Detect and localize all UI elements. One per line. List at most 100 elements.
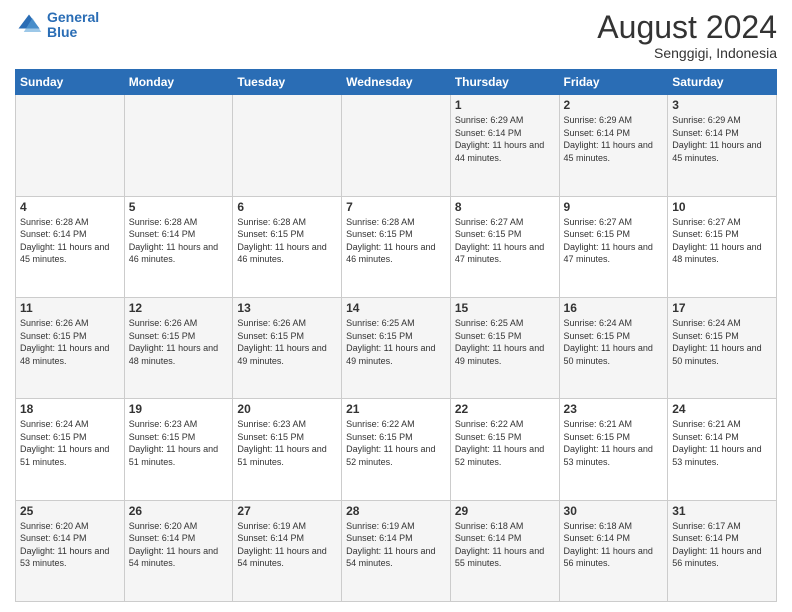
day-info: Sunrise: 6:20 AM Sunset: 6:14 PM Dayligh… [20, 520, 120, 570]
day-info: Sunrise: 6:28 AM Sunset: 6:15 PM Dayligh… [237, 216, 337, 266]
day-info: Sunrise: 6:25 AM Sunset: 6:15 PM Dayligh… [455, 317, 555, 367]
day-info: Sunrise: 6:24 AM Sunset: 6:15 PM Dayligh… [564, 317, 664, 367]
col-saturday: Saturday [668, 70, 777, 95]
day-cell-2-5: 16 Sunrise: 6:24 AM Sunset: 6:15 PM Dayli… [559, 297, 668, 398]
day-cell-1-6: 10 Sunrise: 6:27 AM Sunset: 6:15 PM Dayli… [668, 196, 777, 297]
day-info: Sunrise: 6:17 AM Sunset: 6:14 PM Dayligh… [672, 520, 772, 570]
day-number: 8 [455, 200, 555, 214]
day-number: 18 [20, 402, 120, 416]
day-number: 19 [129, 402, 229, 416]
location: Senggigi, Indonesia [597, 45, 777, 61]
day-cell-2-1: 12Sunrise: 6:26 AM Sunset: 6:15 PM Dayli… [124, 297, 233, 398]
calendar-header: Sunday Monday Tuesday Wednesday Thursday… [16, 70, 777, 95]
day-cell-2-0: 11Sunrise: 6:26 AM Sunset: 6:15 PM Dayli… [16, 297, 125, 398]
day-number: 31 [672, 504, 772, 518]
day-info: Sunrise: 6:20 AM Sunset: 6:14 PM Dayligh… [129, 520, 229, 570]
col-monday: Monday [124, 70, 233, 95]
day-cell-1-1: 5 Sunrise: 6:28 AM Sunset: 6:14 PM Daylig… [124, 196, 233, 297]
day-cell-1-0: 4Sunrise: 6:28 AM Sunset: 6:14 PM Daylig… [16, 196, 125, 297]
day-number: 25 [20, 504, 120, 518]
logo-blue: Blue [47, 24, 77, 40]
day-cell-0-5: 2 Sunrise: 6:29 AM Sunset: 6:14 PM Daylig… [559, 95, 668, 196]
col-tuesday: Tuesday [233, 70, 342, 95]
day-info: Sunrise: 6:22 AM Sunset: 6:15 PM Dayligh… [346, 418, 446, 468]
week-row-2: 4Sunrise: 6:28 AM Sunset: 6:14 PM Daylig… [16, 196, 777, 297]
day-number: 10 [672, 200, 772, 214]
day-cell-3-0: 18 Sunrise: 6:24 AM Sunset: 6:15 PM Dayli… [16, 399, 125, 500]
day-cell-3-1: 19 Sunrise: 6:23 AM Sunset: 6:15 PM Dayli… [124, 399, 233, 500]
day-cell-1-4: 8 Sunrise: 6:27 AM Sunset: 6:15 PM Daylig… [450, 196, 559, 297]
day-cell-3-6: 24 Sunrise: 6:21 AM Sunset: 6:14 PM Dayli… [668, 399, 777, 500]
logo-text: General Blue [47, 10, 99, 41]
day-cell-1-5: 9Sunrise: 6:27 AM Sunset: 6:15 PM Daylig… [559, 196, 668, 297]
week-row-1: 1Sunrise: 6:29 AM Sunset: 6:14 PM Daylig… [16, 95, 777, 196]
day-cell-4-3: 28Sunrise: 6:19 AM Sunset: 6:14 PM Dayli… [342, 500, 451, 601]
day-number: 17 [672, 301, 772, 315]
day-cell-4-5: 30 Sunrise: 6:18 AM Sunset: 6:14 PM Dayli… [559, 500, 668, 601]
day-cell-2-2: 13 Sunrise: 6:26 AM Sunset: 6:15 PM Dayli… [233, 297, 342, 398]
day-info: Sunrise: 6:23 AM Sunset: 6:15 PM Dayligh… [129, 418, 229, 468]
day-number: 12 [129, 301, 229, 315]
day-number: 29 [455, 504, 555, 518]
week-row-5: 25 Sunrise: 6:20 AM Sunset: 6:14 PM Dayli… [16, 500, 777, 601]
day-cell-4-4: 29 Sunrise: 6:18 AM Sunset: 6:14 PM Dayli… [450, 500, 559, 601]
day-number: 2 [564, 98, 664, 112]
day-info: Sunrise: 6:26 AM Sunset: 6:15 PM Dayligh… [237, 317, 337, 367]
title-block: August 2024 Senggigi, Indonesia [597, 10, 777, 61]
day-cell-0-2 [233, 95, 342, 196]
day-number: 21 [346, 402, 446, 416]
day-info: Sunrise: 6:29 AM Sunset: 6:14 PM Dayligh… [564, 114, 664, 164]
day-info: Sunrise: 6:27 AM Sunset: 6:15 PM Dayligh… [564, 216, 664, 266]
day-info: Sunrise: 6:18 AM Sunset: 6:14 PM Dayligh… [455, 520, 555, 570]
day-cell-3-3: 21 Sunrise: 6:22 AM Sunset: 6:15 PM Dayli… [342, 399, 451, 500]
day-number: 15 [455, 301, 555, 315]
calendar-body: 1Sunrise: 6:29 AM Sunset: 6:14 PM Daylig… [16, 95, 777, 602]
day-cell-4-1: 26Sunrise: 6:20 AM Sunset: 6:14 PM Dayli… [124, 500, 233, 601]
day-number: 13 [237, 301, 337, 315]
weekday-row: Sunday Monday Tuesday Wednesday Thursday… [16, 70, 777, 95]
day-info: Sunrise: 6:19 AM Sunset: 6:14 PM Dayligh… [237, 520, 337, 570]
day-info: Sunrise: 6:24 AM Sunset: 6:15 PM Dayligh… [20, 418, 120, 468]
calendar-table: Sunday Monday Tuesday Wednesday Thursday… [15, 69, 777, 602]
day-number: 5 [129, 200, 229, 214]
day-info: Sunrise: 6:27 AM Sunset: 6:15 PM Dayligh… [455, 216, 555, 266]
day-number: 23 [564, 402, 664, 416]
day-cell-2-3: 14Sunrise: 6:25 AM Sunset: 6:15 PM Dayli… [342, 297, 451, 398]
day-number: 28 [346, 504, 446, 518]
day-cell-0-4: 1Sunrise: 6:29 AM Sunset: 6:14 PM Daylig… [450, 95, 559, 196]
day-info: Sunrise: 6:28 AM Sunset: 6:14 PM Dayligh… [20, 216, 120, 266]
day-number: 24 [672, 402, 772, 416]
day-cell-2-6: 17 Sunrise: 6:24 AM Sunset: 6:15 PM Dayli… [668, 297, 777, 398]
day-info: Sunrise: 6:21 AM Sunset: 6:14 PM Dayligh… [672, 418, 772, 468]
col-sunday: Sunday [16, 70, 125, 95]
day-cell-0-0 [16, 95, 125, 196]
day-number: 30 [564, 504, 664, 518]
day-info: Sunrise: 6:29 AM Sunset: 6:14 PM Dayligh… [672, 114, 772, 164]
page: General Blue August 2024 Senggigi, Indon… [0, 0, 792, 612]
col-thursday: Thursday [450, 70, 559, 95]
day-cell-0-3 [342, 95, 451, 196]
day-number: 6 [237, 200, 337, 214]
col-wednesday: Wednesday [342, 70, 451, 95]
day-cell-0-6: 3 Sunrise: 6:29 AM Sunset: 6:14 PM Daylig… [668, 95, 777, 196]
day-info: Sunrise: 6:28 AM Sunset: 6:15 PM Dayligh… [346, 216, 446, 266]
day-info: Sunrise: 6:28 AM Sunset: 6:14 PM Dayligh… [129, 216, 229, 266]
day-cell-1-3: 7 Sunrise: 6:28 AM Sunset: 6:15 PM Daylig… [342, 196, 451, 297]
day-cell-0-1 [124, 95, 233, 196]
month-year: August 2024 [597, 10, 777, 45]
day-info: Sunrise: 6:29 AM Sunset: 6:14 PM Dayligh… [455, 114, 555, 164]
day-info: Sunrise: 6:24 AM Sunset: 6:15 PM Dayligh… [672, 317, 772, 367]
week-row-3: 11 Sunrise: 6:26 AM Sunset: 6:15 PM Dayli… [16, 297, 777, 398]
logo-icon [15, 11, 43, 39]
col-friday: Friday [559, 70, 668, 95]
day-number: 3 [672, 98, 772, 112]
day-number: 7 [346, 200, 446, 214]
day-cell-3-4: 22 Sunrise: 6:22 AM Sunset: 6:15 PM Dayli… [450, 399, 559, 500]
day-number: 11 [20, 301, 120, 315]
day-number: 16 [564, 301, 664, 315]
day-info: Sunrise: 6:22 AM Sunset: 6:15 PM Dayligh… [455, 418, 555, 468]
day-cell-3-2: 20Sunrise: 6:23 AM Sunset: 6:15 PM Dayli… [233, 399, 342, 500]
day-info: Sunrise: 6:18 AM Sunset: 6:14 PM Dayligh… [564, 520, 664, 570]
day-number: 22 [455, 402, 555, 416]
day-info: Sunrise: 6:27 AM Sunset: 6:15 PM Dayligh… [672, 216, 772, 266]
